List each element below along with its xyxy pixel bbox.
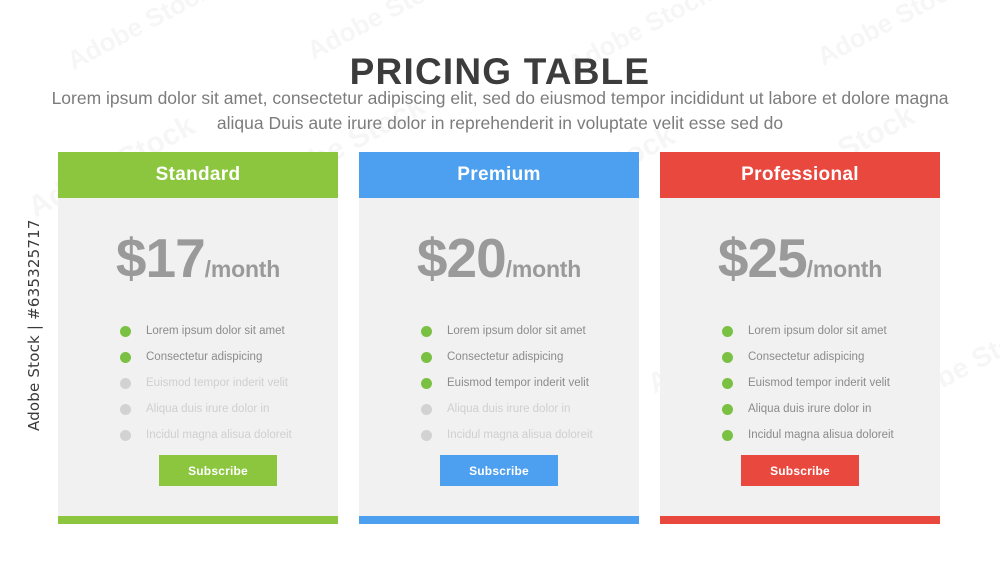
feature-included-dot-icon bbox=[722, 403, 733, 415]
plan-body: $25/month Lorem ipsum dolor sit amet Conse… bbox=[660, 198, 940, 516]
feature-label: Consectetur adispicing bbox=[748, 351, 865, 363]
feature-excluded-dot-icon bbox=[120, 429, 131, 441]
feature-item: Incidul magna alisua doloreit bbox=[722, 422, 940, 448]
feature-item: Incidul magna alisua doloreit bbox=[421, 422, 639, 448]
plan-price-period: /month bbox=[806, 256, 883, 282]
feature-label: Aliqua duis irure dolor in bbox=[447, 403, 571, 415]
feature-label: Incidul magna alisua doloreit bbox=[748, 429, 894, 441]
plan-accent-footer-bar bbox=[359, 516, 639, 524]
feature-item: Incidul magna alisua doloreit bbox=[120, 422, 338, 448]
feature-label: Lorem ipsum dolor sit amet bbox=[146, 325, 285, 337]
feature-excluded-dot-icon bbox=[421, 429, 432, 441]
feature-label: Lorem ipsum dolor sit amet bbox=[748, 325, 887, 337]
feature-item: Lorem ipsum dolor sit amet bbox=[421, 318, 639, 344]
feature-included-dot-icon bbox=[421, 377, 432, 389]
adobe-stock-watermark-label: Adobe Stock | #635325717 bbox=[25, 219, 43, 431]
plan-price-period: /month bbox=[204, 256, 281, 282]
plan-accent-footer-bar bbox=[58, 516, 338, 524]
feature-label: Aliqua duis irure dolor in bbox=[146, 403, 270, 415]
plan-price: $20/month bbox=[359, 226, 639, 290]
feature-excluded-dot-icon bbox=[421, 403, 432, 415]
feature-item: Lorem ipsum dolor sit amet bbox=[722, 318, 940, 344]
plan-name-header: Premium bbox=[359, 152, 639, 198]
subscribe-button[interactable]: Subscribe bbox=[741, 455, 859, 486]
page-subtitle: Lorem ipsum dolor sit amet, consectetur … bbox=[51, 87, 949, 133]
feature-label: Euismod tempor inderit velit bbox=[447, 377, 589, 389]
feature-label: Incidul magna alisua doloreit bbox=[447, 429, 593, 441]
subscribe-button[interactable]: Subscribe bbox=[440, 455, 558, 486]
feature-item: Euismod tempor inderit velit bbox=[120, 370, 338, 396]
feature-label: Consectetur adispicing bbox=[447, 351, 564, 363]
plan-price-amount: $20 bbox=[416, 227, 507, 289]
plan-body: $20/month Lorem ipsum dolor sit amet Conse… bbox=[359, 198, 639, 516]
feature-list: Lorem ipsum dolor sit amet Consectetur ad… bbox=[660, 318, 940, 448]
feature-included-dot-icon bbox=[722, 351, 733, 363]
feature-included-dot-icon bbox=[120, 351, 131, 363]
plan-price-period: /month bbox=[505, 256, 582, 282]
subscribe-button-wrapper: Subscribe bbox=[660, 455, 940, 486]
plan-price: $17/month bbox=[58, 226, 338, 290]
feature-label: Incidul magna alisua doloreit bbox=[146, 429, 292, 441]
feature-included-dot-icon bbox=[722, 325, 733, 337]
feature-included-dot-icon bbox=[120, 325, 131, 337]
plan-body: $17/month Lorem ipsum dolor sit amet Conse… bbox=[58, 198, 338, 516]
feature-list: Lorem ipsum dolor sit amet Consectetur ad… bbox=[58, 318, 338, 448]
pricing-card-list: Standard $17/month Lorem ipsum dolor sit a… bbox=[58, 152, 940, 524]
feature-included-dot-icon bbox=[722, 377, 733, 389]
feature-item: Consectetur adispicing bbox=[421, 344, 639, 370]
feature-label: Lorem ipsum dolor sit amet bbox=[447, 325, 586, 337]
plan-price-amount: $17 bbox=[115, 227, 206, 289]
pricing-table-graphic: Adobe StockAdobe StockAdobe StockAdobe S… bbox=[0, 0, 1000, 563]
feature-item: Aliqua duis irure dolor in bbox=[722, 396, 940, 422]
feature-item: Aliqua duis irure dolor in bbox=[120, 396, 338, 422]
pricing-card: Premium $20/month Lorem ipsum dolor sit am… bbox=[359, 152, 639, 524]
feature-item: Euismod tempor inderit velit bbox=[421, 370, 639, 396]
plan-accent-footer-bar bbox=[660, 516, 940, 524]
feature-included-dot-icon bbox=[722, 429, 733, 441]
feature-item: Euismod tempor inderit velit bbox=[722, 370, 940, 396]
pricing-card: Standard $17/month Lorem ipsum dolor sit a… bbox=[58, 152, 338, 524]
feature-item: Lorem ipsum dolor sit amet bbox=[120, 318, 338, 344]
feature-excluded-dot-icon bbox=[120, 403, 131, 415]
plan-name-header: Professional bbox=[660, 152, 940, 198]
feature-label: Consectetur adispicing bbox=[146, 351, 263, 363]
subscribe-button[interactable]: Subscribe bbox=[159, 455, 277, 486]
plan-price-amount: $25 bbox=[717, 227, 808, 289]
feature-included-dot-icon bbox=[421, 351, 432, 363]
feature-item: Consectetur adispicing bbox=[120, 344, 338, 370]
feature-excluded-dot-icon bbox=[120, 377, 131, 389]
plan-price: $25/month bbox=[660, 226, 940, 290]
feature-list: Lorem ipsum dolor sit amet Consectetur ad… bbox=[359, 318, 639, 448]
subscribe-button-wrapper: Subscribe bbox=[359, 455, 639, 486]
subscribe-button-wrapper: Subscribe bbox=[58, 455, 338, 486]
feature-item: Consectetur adispicing bbox=[722, 344, 940, 370]
feature-item: Aliqua duis irure dolor in bbox=[421, 396, 639, 422]
feature-label: Euismod tempor inderit velit bbox=[748, 377, 890, 389]
feature-included-dot-icon bbox=[421, 325, 432, 337]
plan-name-header: Standard bbox=[58, 152, 338, 198]
feature-label: Euismod tempor inderit velit bbox=[146, 377, 288, 389]
feature-label: Aliqua duis irure dolor in bbox=[748, 403, 872, 415]
pricing-card: Professional $25/month Lorem ipsum dolor s… bbox=[660, 152, 940, 524]
